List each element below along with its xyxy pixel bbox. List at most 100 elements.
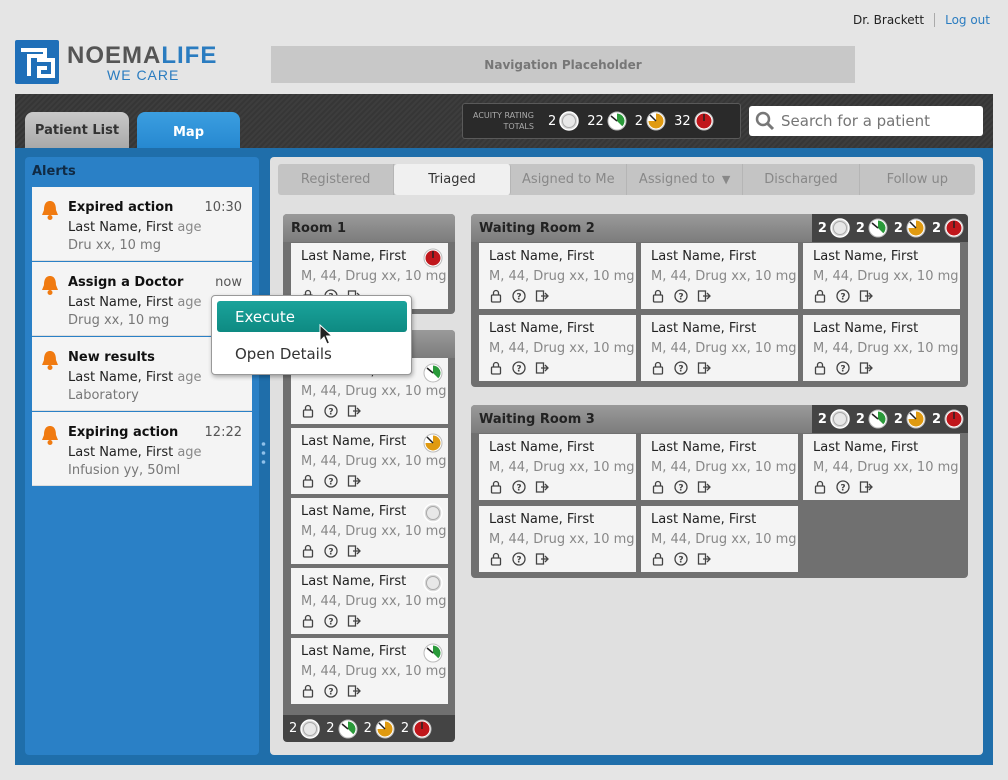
room-title: Room 1 xyxy=(283,214,455,242)
acuity-green-icon xyxy=(338,719,358,738)
lock-icon[interactable] xyxy=(489,480,503,494)
patient-detail: M, 44, Drug xx, 10 mg xyxy=(651,341,797,356)
acuity-count-value: 2 xyxy=(855,220,865,236)
discharge-icon[interactable] xyxy=(697,480,711,494)
discharge-icon[interactable] xyxy=(347,404,361,418)
open-details-menu-item[interactable]: Open Details xyxy=(235,345,332,363)
patient-card[interactable]: Last Name, First M, 44, Drug xx, 10 mg? xyxy=(641,315,798,381)
discharge-icon[interactable] xyxy=(347,684,361,698)
help-icon[interactable]: ? xyxy=(836,480,850,494)
acuity-none-icon xyxy=(830,409,850,429)
lock-icon[interactable] xyxy=(651,480,665,494)
svg-text:?: ? xyxy=(678,556,683,566)
lock-icon[interactable] xyxy=(651,289,665,303)
patient-card[interactable]: Last Name, FirstM, 44, Drug xx, 10 mg? xyxy=(479,315,636,381)
help-icon[interactable]: ? xyxy=(324,474,338,488)
help-icon[interactable]: ? xyxy=(324,684,338,698)
patient-card[interactable]: Last Name, FirstM, 44, Drug xx, 10 mg? xyxy=(479,434,636,500)
discharge-icon[interactable] xyxy=(697,552,711,566)
lock-icon[interactable] xyxy=(651,552,665,566)
discharge-icon[interactable] xyxy=(347,614,361,628)
lock-icon[interactable] xyxy=(301,684,315,698)
help-icon[interactable]: ? xyxy=(674,289,688,303)
filter-tab-triaged[interactable]: Triaged xyxy=(394,164,511,195)
lock-icon[interactable] xyxy=(301,614,315,628)
acuity-count-value: 2 xyxy=(817,220,827,236)
discharge-icon[interactable] xyxy=(859,361,873,375)
help-icon[interactable]: ? xyxy=(512,361,526,375)
discharge-icon[interactable] xyxy=(535,289,549,303)
patient-card[interactable]: Last Name, FirstM, 44, Drug xx, 10 mg? xyxy=(803,434,960,500)
acuity-count-none: 2 xyxy=(818,218,850,238)
lock-icon[interactable] xyxy=(651,361,665,375)
discharge-icon[interactable] xyxy=(535,480,549,494)
help-icon[interactable]: ? xyxy=(512,480,526,494)
lock-icon[interactable] xyxy=(489,289,503,303)
search-input[interactable] xyxy=(781,112,971,130)
logout-link[interactable]: Log out xyxy=(935,13,990,27)
filter-tab-asigned-to-me[interactable]: Asigned to Me xyxy=(511,164,627,195)
patient-name: Last Name, First xyxy=(813,249,919,264)
filter-tab-registered[interactable]: Registered xyxy=(278,164,395,195)
lock-icon[interactable] xyxy=(301,544,315,558)
patient-card[interactable]: Last Name, FirstM, 44, Drug xx, 10 mg? xyxy=(803,243,960,309)
acuity-none-icon xyxy=(423,573,443,593)
discharge-icon[interactable] xyxy=(535,361,549,375)
patient-card[interactable]: Last Name, FirstM, 44, Drug xx, 10 mg? xyxy=(291,428,448,494)
lock-icon[interactable] xyxy=(813,289,827,303)
patient-name: Last Name, First xyxy=(813,440,919,455)
acuity-orange-icon xyxy=(906,218,926,238)
patient-card[interactable]: Last Name, FirstM, 44, Drug xx, 10 mg? xyxy=(479,243,636,309)
patient-card[interactable]: Last Name, FirstM, 44, Drug xx, 10 mg? xyxy=(803,315,960,381)
lock-icon[interactable] xyxy=(301,404,315,418)
tab-map[interactable]: Map xyxy=(137,112,240,152)
room-acuity-totals: 2 2 2 2 xyxy=(811,405,968,433)
panel-splitter-handle[interactable] xyxy=(261,440,266,466)
help-icon[interactable]: ? xyxy=(324,614,338,628)
discharge-icon[interactable] xyxy=(535,552,549,566)
help-icon[interactable]: ? xyxy=(512,552,526,566)
discharge-icon[interactable] xyxy=(697,289,711,303)
discharge-icon[interactable] xyxy=(347,544,361,558)
discharge-icon[interactable] xyxy=(697,361,711,375)
patient-card[interactable]: Last Name, FirstM, 44, Drug xx, 10 mg? xyxy=(641,434,798,500)
patient-detail: M, 44, Drug xx, 10 mg xyxy=(489,460,635,475)
acuity-red-icon xyxy=(423,248,443,268)
help-icon[interactable]: ? xyxy=(324,404,338,418)
acuity-count-value: 2 xyxy=(289,721,298,736)
help-icon[interactable]: ? xyxy=(674,480,688,494)
alert-item[interactable]: Expired action 10:30 Last Name, First age D… xyxy=(32,187,252,261)
tab-patient-list[interactable]: Patient List xyxy=(25,112,129,148)
lock-icon[interactable] xyxy=(489,552,503,566)
patient-card[interactable]: Last Name, FirstM, 44, Drug xx, 10 mg? xyxy=(641,243,798,309)
help-icon[interactable]: ? xyxy=(674,361,688,375)
discharge-icon[interactable] xyxy=(859,289,873,303)
lock-icon[interactable] xyxy=(301,474,315,488)
help-icon[interactable]: ? xyxy=(836,289,850,303)
patient-card[interactable]: Last Name, FirstM, 44, Drug xx, 10 mg? xyxy=(291,568,448,634)
help-icon[interactable]: ? xyxy=(674,552,688,566)
patient-name: Last Name, First xyxy=(651,321,757,336)
alert-item[interactable]: Expiring action 12:22 Last Name, First age… xyxy=(32,412,252,486)
lock-icon[interactable] xyxy=(813,361,827,375)
filter-tab-discharged[interactable]: Discharged xyxy=(743,164,860,195)
chevron-down-icon: ▼ xyxy=(714,173,731,186)
patient-card[interactable]: Last Name, FirstM, 44, Drug xx, 10 mg? xyxy=(291,638,448,704)
search-box[interactable] xyxy=(749,106,983,136)
execute-menu-item[interactable]: Execute xyxy=(217,301,407,332)
discharge-icon[interactable] xyxy=(347,474,361,488)
patient-name: Last Name, First xyxy=(489,512,595,527)
patient-card[interactable]: Last Name, FirstM, 44, Drug xx, 10 mg? xyxy=(479,506,636,572)
svg-text:?: ? xyxy=(516,293,521,303)
filter-tab-assigned-to[interactable]: Assigned to ▼ xyxy=(627,164,744,195)
help-icon[interactable]: ? xyxy=(836,361,850,375)
help-icon[interactable]: ? xyxy=(324,544,338,558)
discharge-icon[interactable] xyxy=(859,480,873,494)
patient-card[interactable]: Last Name, FirstM, 44, Drug xx, 10 mg? xyxy=(291,498,448,564)
lock-icon[interactable] xyxy=(813,480,827,494)
filter-tab-follow-up[interactable]: Follow up xyxy=(860,164,975,195)
patient-card[interactable]: Last Name, FirstM, 44, Drug xx, 10 mg? xyxy=(641,506,798,572)
acuity-count-green: 2 xyxy=(326,719,358,739)
lock-icon[interactable] xyxy=(489,361,503,375)
help-icon[interactable]: ? xyxy=(512,289,526,303)
